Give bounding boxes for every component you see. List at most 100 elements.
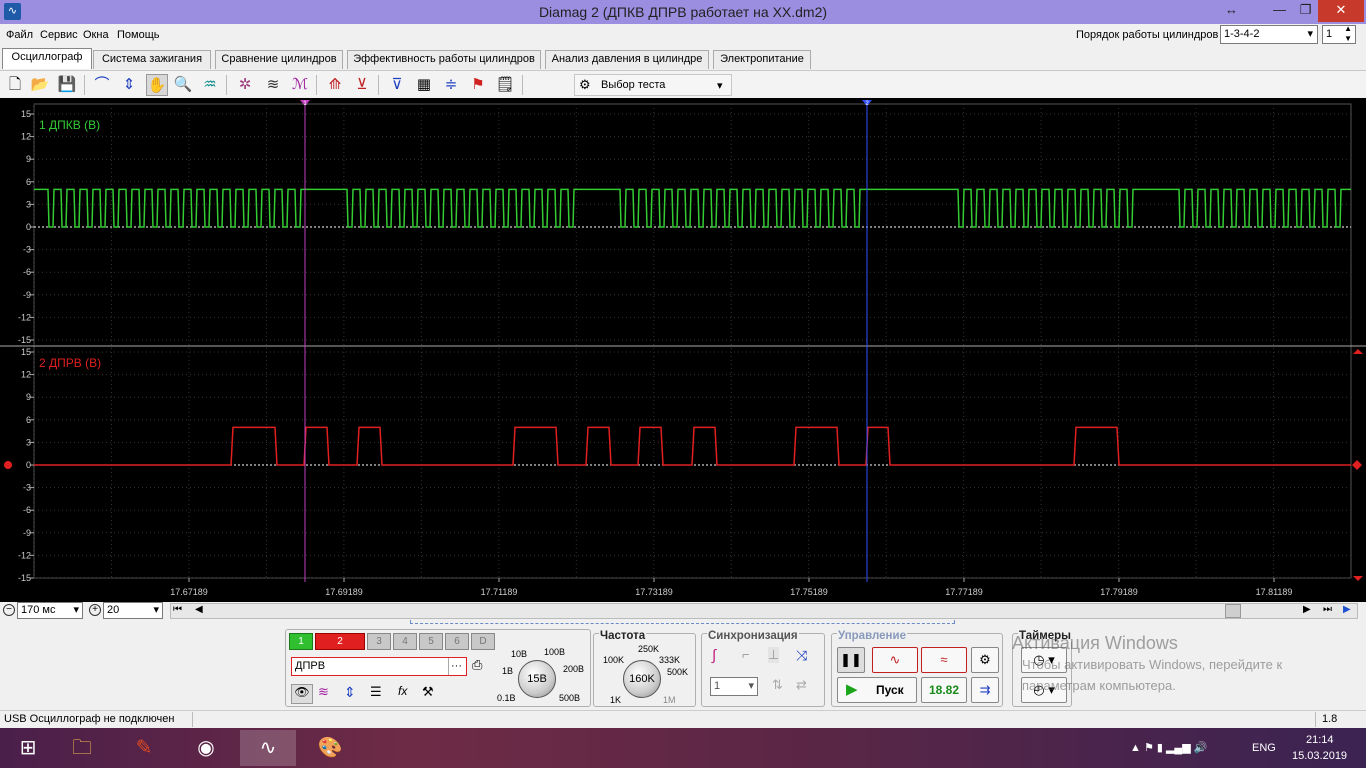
restore-size-icon[interactable]: ↔: [1209, 0, 1254, 22]
marker-filter-icon[interactable]: ⊽: [386, 74, 408, 96]
menu-file[interactable]: Файл: [6, 29, 33, 41]
cylinder-order-select[interactable]: 1-3-4-2 ▾: [1220, 25, 1318, 44]
sine-wave-icon[interactable]: ∿: [872, 647, 918, 673]
vertical-move-icon[interactable]: ⇕: [344, 684, 356, 701]
tab-cylinder-pressure[interactable]: Анализ давления в цилиндре: [545, 50, 709, 69]
y-tick-label: 9: [26, 154, 31, 164]
file-explorer-icon[interactable]: 🗀: [54, 730, 110, 766]
channel-4-button[interactable]: 4: [393, 633, 417, 650]
menu-windows[interactable]: Окна: [83, 29, 109, 41]
menu-help[interactable]: Помощь: [117, 29, 160, 41]
scroll-thumb[interactable]: [1225, 604, 1241, 618]
timebase-select[interactable]: 170 мс ▾: [17, 602, 83, 619]
horizontal-scrollbar[interactable]: ⏮ ◀ ▶ ⏭ ▶: [170, 603, 1358, 619]
vertical-scale-icon[interactable]: ⇕: [118, 74, 140, 96]
sensor-name-field[interactable]: ДПРВ ···: [291, 657, 467, 676]
sync-channel-select[interactable]: 1 ▾: [710, 677, 758, 696]
browse-icon[interactable]: ···: [448, 658, 464, 675]
tab-cylinder-compare[interactable]: Сравнение цилиндров: [215, 50, 343, 69]
sync-shift-icon[interactable]: ⇄: [796, 677, 807, 693]
channel-d-button[interactable]: D: [471, 633, 495, 650]
rising-edge-icon[interactable]: ∫: [712, 647, 716, 664]
noise-wave-icon[interactable]: ≈: [921, 647, 967, 673]
open-folder-icon[interactable]: 📂: [29, 74, 51, 96]
channel-3-button[interactable]: 3: [367, 633, 391, 650]
auto-sync-icon[interactable]: ⤨: [796, 647, 807, 664]
tab-cylinder-efficiency[interactable]: Эффективность работы цилиндров: [347, 50, 541, 69]
tab-oscilloscope[interactable]: Осциллограф: [2, 48, 92, 69]
filter-icon[interactable]: ✲: [234, 74, 256, 96]
notes-icon[interactable]: 🗒: [494, 74, 516, 96]
clock-time[interactable]: 21:14: [1306, 734, 1334, 746]
tools-icon[interactable]: ⚒: [422, 684, 434, 700]
spectrum-icon[interactable]: ♒: [199, 74, 221, 96]
channels-panel: 1 2 3 4 5 6 D ДПРВ ··· ⎙ 👁 ≋ ⇕ ☰ fx ⚒ 10…: [285, 629, 591, 707]
language-indicator[interactable]: ENG: [1252, 742, 1276, 754]
start-label: Пуск: [876, 683, 904, 697]
volt-knob[interactable]: 15В: [518, 660, 556, 698]
chrome-icon[interactable]: ◉: [178, 730, 234, 766]
channel-1-button[interactable]: 1: [289, 633, 313, 650]
oscilloscope-display[interactable]: 15 12 9 6 3 0 -3 -6 -9 -12 -15 15 12 9 6 3 0 -3 -6 -9 -12 -15…: [0, 98, 1366, 602]
zoom-in-icon[interactable]: +: [89, 604, 101, 616]
last-page-icon[interactable]: ⏭: [1323, 604, 1332, 615]
app-launcher-icon[interactable]: ✎: [116, 730, 172, 766]
panel-collapse-handle[interactable]: [410, 620, 955, 624]
chevron-down-icon: ▾: [717, 80, 723, 92]
pulse-edge-icon[interactable]: ⊥: [768, 647, 780, 663]
tray-icons[interactable]: ▲ ⚑ ▮ ▂▄▆ 🔊: [1130, 741, 1207, 754]
zoom-icon[interactable]: 🔍: [172, 74, 194, 96]
falling-edge-icon[interactable]: ⌐: [742, 647, 750, 662]
cylinder-number-spinner[interactable]: 1 ▲ ▼: [1322, 24, 1356, 44]
new-file-icon[interactable]: 🗋: [4, 74, 26, 96]
start-button[interactable]: ▶ Пуск: [837, 677, 917, 703]
sync-level-icon[interactable]: ⇅: [772, 677, 783, 693]
activation-watermark-line2: Чтобы активировать Windows, перейдите к: [1022, 657, 1283, 672]
toolbar-separator: [522, 75, 523, 95]
diamag-taskbar-icon[interactable]: ∿: [240, 730, 296, 766]
hand-pan-icon[interactable]: ✋: [146, 74, 168, 96]
pause-icon[interactable]: ❚❚: [837, 647, 865, 673]
menu-service[interactable]: Сервис: [40, 29, 78, 41]
windows-start-icon[interactable]: ⊞: [0, 730, 56, 766]
auto-settings-icon[interactable]: ⚙: [971, 647, 999, 673]
frequency-knob[interactable]: 160K: [623, 660, 661, 698]
zoom-select[interactable]: 20 ▾: [103, 602, 163, 619]
freq-label-500k: 500K: [667, 667, 689, 677]
arch-icon[interactable]: ⌒: [91, 74, 113, 96]
clock-date[interactable]: 15.03.2019: [1292, 750, 1347, 762]
overlay-icon[interactable]: ℳ: [289, 74, 311, 96]
scroll-left-icon[interactable]: ◀: [195, 604, 203, 615]
close-button[interactable]: ✕: [1318, 0, 1364, 22]
test-select-dropdown[interactable]: ⚙ Выбор теста ▾: [574, 74, 732, 96]
tab-power-supply[interactable]: Электропитание: [713, 50, 811, 69]
y-tick-label: 12: [21, 132, 31, 142]
first-page-icon[interactable]: ⏮: [173, 604, 182, 615]
save-icon[interactable]: 💾: [56, 74, 78, 96]
scroll-right-icon[interactable]: ▶: [1303, 604, 1311, 615]
split-icon[interactable]: ≑: [440, 74, 462, 96]
y-tick-label: -6: [23, 505, 31, 515]
sync-panel: Синхронизация ∫ ⌐ ⊥ ⤨ 1 ▾ ⇅ ⇄: [701, 630, 825, 707]
auto-scale-icon[interactable]: ⟰: [324, 74, 346, 96]
zero-offset-icon[interactable]: ⊻: [351, 74, 373, 96]
function-icon[interactable]: fx: [398, 684, 407, 698]
eye-icon[interactable]: 👁: [291, 684, 313, 704]
control-title: Управление: [837, 630, 907, 642]
waveform-icon[interactable]: ≋: [318, 684, 329, 700]
waves-icon[interactable]: ≋: [262, 74, 284, 96]
paint-icon[interactable]: 🎨: [302, 730, 358, 766]
scope-plot[interactable]: 15 12 9 6 3 0 -3 -6 -9 -12 -15 15 12 9 6 3 0 -3 -6 -9 -12 -15…: [0, 98, 1366, 602]
channel-6-button[interactable]: 6: [445, 633, 469, 650]
dashed-lines-icon[interactable]: ☰: [370, 684, 382, 700]
tab-ignition[interactable]: Система зажигания: [93, 50, 211, 69]
channel-2-button[interactable]: 2: [315, 633, 365, 650]
channel-5-button[interactable]: 5: [419, 633, 443, 650]
flag-icon[interactable]: ⚑: [467, 74, 489, 96]
grid-icon[interactable]: ▦: [413, 74, 435, 96]
zoom-out-icon[interactable]: −: [3, 604, 15, 616]
toolbar: 🗋 📂 💾 ⌒ ⇕ ✋ 🔍 ♒ ✲ ≋ ℳ ⟰ ⊻ ⊽ ▦ ≑ ⚑ 🗒 ⚙ Вы…: [0, 70, 1366, 97]
auto-record-icon[interactable]: ⇉: [971, 677, 999, 703]
play-icon[interactable]: ▶: [1343, 604, 1351, 615]
sensor-settings-icon[interactable]: ⎙: [472, 657, 490, 675]
